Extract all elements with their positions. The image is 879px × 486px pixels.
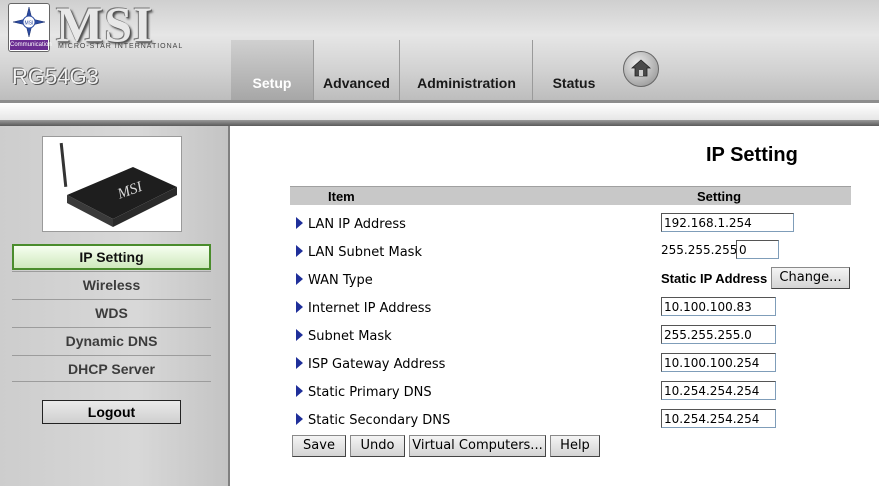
- compass-logo-icon: MSI: [12, 6, 46, 38]
- lan-subnet-last-octet-input[interactable]: [736, 240, 779, 259]
- row-label-secondary-dns: Static Secondary DNS: [308, 413, 451, 428]
- table-row: Subnet Mask: [290, 322, 851, 350]
- tab-status[interactable]: Status: [532, 40, 615, 100]
- arrow-right-icon: [296, 413, 303, 425]
- page-title: IP Setting: [706, 144, 798, 166]
- tab-administration[interactable]: Administration: [399, 40, 533, 100]
- save-button[interactable]: Save: [292, 435, 346, 457]
- home-icon: [631, 59, 651, 77]
- change-wan-type-button[interactable]: Change...: [771, 267, 850, 289]
- svg-text:MSI: MSI: [25, 21, 34, 27]
- wan-type-value: Static IP Address: [661, 271, 768, 286]
- sidebar-divider: [12, 381, 211, 382]
- table-row: LAN IP Address: [290, 210, 851, 238]
- tab-advanced[interactable]: Advanced: [313, 40, 399, 100]
- router-image: MSI: [42, 136, 182, 232]
- tab-label: Administration: [417, 75, 516, 91]
- arrow-right-icon: [296, 245, 303, 257]
- row-value: [661, 213, 794, 232]
- lan-ip-input[interactable]: [661, 213, 794, 232]
- model-name: RG54G3: [12, 64, 99, 89]
- table-row: Static Primary DNS: [290, 378, 851, 406]
- row-label-primary-dns: Static Primary DNS: [308, 385, 432, 400]
- msi-logo: MSI Communication: [8, 3, 52, 52]
- virtual-computers-button[interactable]: Virtual Computers...: [409, 435, 546, 457]
- row-value: [661, 381, 776, 400]
- arrow-right-icon: [296, 273, 303, 285]
- help-button[interactable]: Help: [550, 435, 600, 457]
- router-illustration: MSI: [59, 142, 177, 227]
- logo-caption: Communication: [10, 40, 52, 50]
- primary-dns-input[interactable]: [661, 381, 776, 400]
- row-label-lan-subnet-mask: LAN Subnet Mask: [308, 245, 422, 260]
- row-value: [661, 353, 776, 372]
- row-label-isp-gateway: ISP Gateway Address: [308, 357, 446, 372]
- table-row: Static Secondary DNS: [290, 406, 851, 434]
- sidebar-item-wireless[interactable]: Wireless: [12, 271, 211, 298]
- arrow-right-icon: [296, 301, 303, 313]
- table-row: ISP Gateway Address: [290, 350, 851, 378]
- subnet-mask-input[interactable]: [661, 325, 776, 344]
- logout-button[interactable]: Logout: [42, 400, 181, 424]
- arrow-right-icon: [296, 329, 303, 341]
- row-value: [661, 297, 776, 316]
- undo-button[interactable]: Undo: [350, 435, 405, 457]
- table-row: Internet IP Address: [290, 294, 851, 322]
- tab-label: Advanced: [323, 75, 390, 91]
- main-content: IP Setting Item Setting LAN IP Address L…: [230, 126, 879, 486]
- row-label-subnet-mask: Subnet Mask: [308, 329, 392, 344]
- row-label-wan-type: WAN Type: [308, 273, 373, 288]
- internet-ip-input[interactable]: [661, 297, 776, 316]
- sidebar: MSI IP Setting Wireless WDS Dynamic DNS …: [0, 126, 230, 486]
- arrow-right-icon: [296, 385, 303, 397]
- sidebar-item-dhcp-server[interactable]: DHCP Server: [12, 355, 211, 382]
- arrow-right-icon: [296, 357, 303, 369]
- home-button[interactable]: [623, 51, 659, 87]
- arrow-right-icon: [296, 217, 303, 229]
- column-header-setting: Setting: [697, 189, 742, 204]
- table-row: WAN Type Static IP Address Change...: [290, 266, 851, 294]
- row-value: [661, 409, 776, 428]
- tab-label: Status: [552, 75, 596, 91]
- column-header-item: Item: [328, 189, 355, 204]
- secondary-dns-input[interactable]: [661, 409, 776, 428]
- lan-subnet-prefix: 255.255.255.: [661, 243, 742, 257]
- row-value: Static IP Address: [661, 271, 767, 287]
- sidebar-item-dynamic-dns[interactable]: Dynamic DNS: [12, 327, 211, 354]
- isp-gateway-input[interactable]: [661, 353, 776, 372]
- table-row: LAN Subnet Mask 255.255.255.: [290, 238, 851, 266]
- row-label-lan-ip: LAN IP Address: [308, 217, 406, 232]
- table-header: Item Setting: [290, 186, 851, 205]
- brand-subtitle: MICRO-STAR INTERNATIONAL: [58, 43, 184, 50]
- row-label-internet-ip: Internet IP Address: [308, 301, 432, 316]
- tab-setup[interactable]: Setup: [231, 40, 313, 100]
- row-value: [661, 325, 776, 344]
- tab-label: Setup: [252, 75, 292, 91]
- header: MSI Communication MSI MICRO-STAR INTERNA…: [0, 0, 879, 100]
- header-band: [0, 103, 879, 120]
- sidebar-item-ip-setting[interactable]: IP Setting: [12, 244, 211, 270]
- sidebar-item-wds[interactable]: WDS: [12, 299, 211, 326]
